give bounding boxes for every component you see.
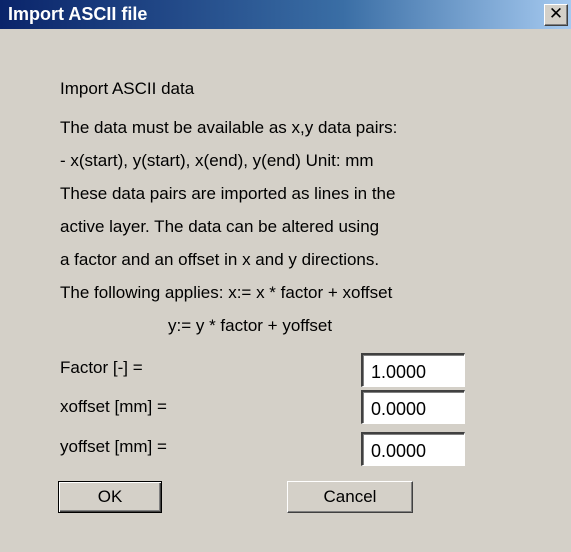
close-icon: ✕: [548, 4, 564, 24]
cancel-button[interactable]: Cancel: [287, 481, 413, 513]
description-line-2: - x(start), y(start), x(end), y(end) Uni…: [60, 151, 374, 170]
factor-label: Factor [-] =: [60, 358, 143, 377]
ok-button[interactable]: OK: [58, 481, 162, 513]
xoffset-input[interactable]: [363, 392, 464, 423]
yoffset-field-frame: [361, 432, 465, 466]
title-bar[interactable]: Import ASCII file ✕: [0, 0, 571, 29]
import-ascii-dialog: Import ASCII file ✕ Import ASCII data Th…: [0, 0, 571, 552]
description-line-5: a factor and an offset in x and y direct…: [60, 250, 380, 269]
yoffset-input[interactable]: [363, 434, 464, 465]
xoffset-label: xoffset [mm] =: [60, 397, 167, 416]
factor-field-frame: [361, 353, 465, 387]
xoffset-field-frame: [361, 390, 465, 424]
window-title: Import ASCII file: [8, 4, 148, 24]
factor-input[interactable]: [363, 355, 464, 386]
close-button[interactable]: ✕: [544, 4, 568, 26]
description-line-7: y:= y * factor + yoffset: [168, 316, 333, 335]
description-line-4: active layer. The data can be altered us…: [60, 217, 380, 236]
description-line-6: The following applies: x:= x * factor + …: [60, 283, 393, 302]
description-line-1: The data must be available as x,y data p…: [60, 118, 398, 137]
yoffset-label: yoffset [mm] =: [60, 437, 167, 456]
description-line-3: These data pairs are imported as lines i…: [60, 184, 396, 203]
dialog-heading: Import ASCII data: [60, 79, 195, 98]
